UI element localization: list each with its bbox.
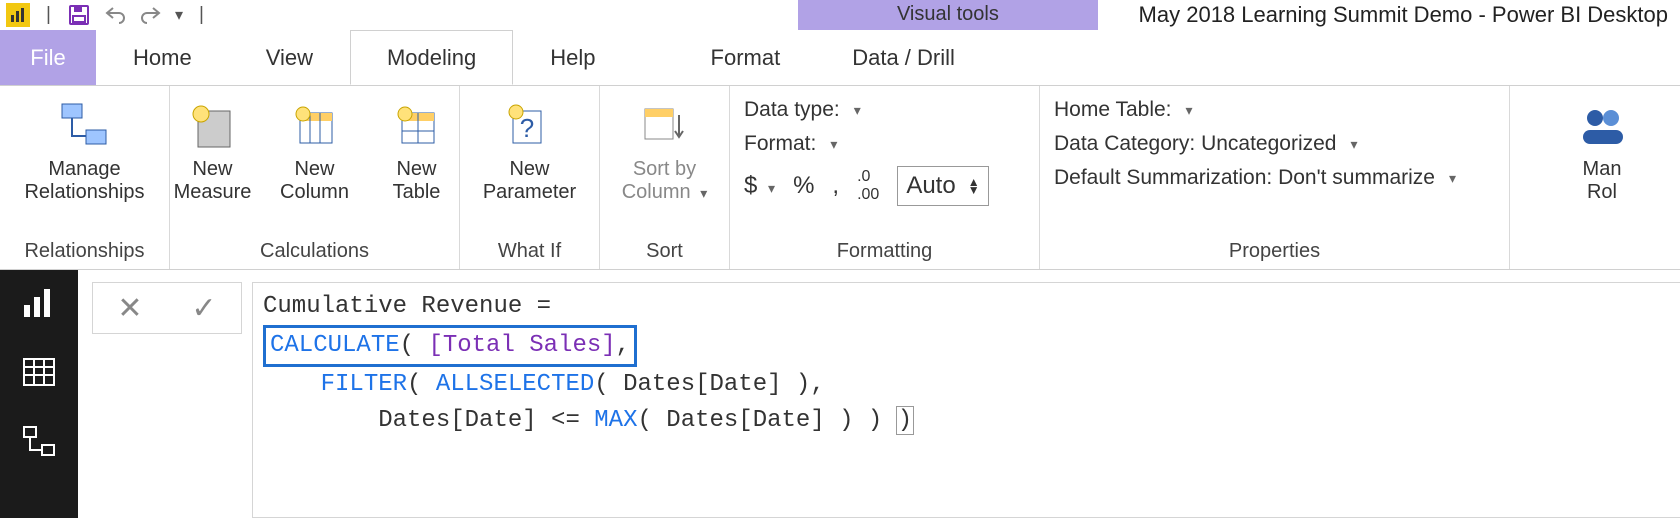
measure-icon <box>185 98 241 154</box>
tab-help[interactable]: Help <box>513 30 632 85</box>
qat-separator-2: | <box>199 4 204 26</box>
chevron-down-icon: ▾ <box>768 180 775 196</box>
model-view-button[interactable] <box>19 422 59 462</box>
new-table-button[interactable]: New Table <box>377 98 457 204</box>
cancel-formula-button[interactable]: ✕ <box>117 291 142 326</box>
chevron-down-icon: ▾ <box>1351 136 1358 153</box>
manage-relationships-button[interactable]: Manage Relationships <box>24 98 144 204</box>
group-whatif-label: What If <box>474 236 585 269</box>
format-label: Format: <box>744 132 816 156</box>
group-sort-label: Sort <box>614 236 715 269</box>
manage-roles-label: ManRol <box>1583 158 1622 204</box>
tab-modeling[interactable]: Modeling <box>350 30 513 85</box>
group-security: ManRol <box>1510 86 1680 269</box>
group-whatif: ? New Parameter What If <box>460 86 600 269</box>
decimal-places-spinner[interactable]: Auto ▲▼ <box>897 166 988 206</box>
group-calculations: New Measure New Column New Table Calcula… <box>170 86 460 269</box>
home-table-label: Home Table: <box>1054 98 1172 122</box>
group-calculations-label: Calculations <box>184 236 445 269</box>
group-security-label <box>1530 236 1674 269</box>
default-summarization-label: Default Summarization: Don't summarize <box>1054 166 1435 190</box>
work-area: ✕ ✓ Cumulative Revenue = CALCULATE( [Tot… <box>0 270 1680 518</box>
title-bar: | ▾ | Visual tools May 2018 Learning Sum… <box>0 0 1680 30</box>
commit-formula-button[interactable]: ✓ <box>191 291 216 326</box>
parameter-icon: ? <box>502 98 558 154</box>
data-type-dropdown[interactable]: Data type: ▾ <box>744 98 861 122</box>
contextual-tab-header: Visual tools <box>798 0 1098 30</box>
tab-home[interactable]: Home <box>96 30 229 85</box>
decimal-places-value: Auto <box>906 172 955 200</box>
undo-button[interactable] <box>103 3 127 27</box>
data-view-button[interactable] <box>19 352 59 392</box>
qat-separator: | <box>46 4 51 26</box>
manage-roles-button[interactable]: ManRol <box>1562 98 1642 204</box>
sort-by-column-label: Sort by Column <box>622 158 696 203</box>
tab-data-drill[interactable]: Data / Drill <box>816 30 991 85</box>
relationships-icon <box>56 98 112 154</box>
chevron-down-icon: ▾ <box>854 102 861 119</box>
default-summarization-dropdown[interactable]: Default Summarization: Don't summarize ▾ <box>1054 166 1456 190</box>
group-relationships-label: Relationships <box>14 236 155 269</box>
chevron-down-icon: ▾ <box>700 185 707 201</box>
formula-bar-area: ✕ ✓ Cumulative Revenue = CALCULATE( [Tot… <box>78 270 1680 518</box>
manage-relationships-label: Manage Relationships <box>24 158 144 204</box>
view-switcher <box>0 270 78 518</box>
sort-icon <box>636 98 692 154</box>
group-formatting: Data type: ▾ Format: ▾ $ ▾ % , .0.00 Auto … <box>730 86 1040 269</box>
matching-paren-highlight: ) <box>897 407 913 434</box>
ribbon-tabs: File Home View Modeling Help Format Data… <box>0 30 1680 86</box>
formula-highlight-box: CALCULATE( [Total Sales], <box>263 325 637 367</box>
report-view-button[interactable] <box>19 282 59 322</box>
tab-view[interactable]: View <box>229 30 350 85</box>
thousands-separator-button[interactable]: , <box>832 172 839 200</box>
tab-format[interactable]: Format <box>675 30 817 85</box>
file-tab[interactable]: File <box>0 30 96 85</box>
svg-text:?: ? <box>519 113 533 143</box>
formula-bar-buttons: ✕ ✓ <box>92 282 242 334</box>
spinner-arrows-icon: ▲▼ <box>968 178 980 194</box>
save-button[interactable] <box>67 3 91 27</box>
new-parameter-button[interactable]: ? New Parameter <box>483 98 576 204</box>
formula-line-1: Cumulative Revenue = <box>263 293 551 320</box>
chevron-down-icon: ▾ <box>830 136 837 153</box>
chevron-down-icon: ▾ <box>1449 170 1456 187</box>
new-measure-button[interactable]: New Measure <box>173 98 253 204</box>
qat-customize-dropdown[interactable]: ▾ <box>175 5 183 25</box>
data-category-dropdown[interactable]: Data Category: Uncategorized ▾ <box>1054 132 1358 156</box>
format-dropdown[interactable]: Format: ▾ <box>744 132 837 156</box>
decimal-places-icon: .0.00 <box>857 168 879 204</box>
group-formatting-label: Formatting <box>744 236 1025 269</box>
data-category-label: Data Category: Uncategorized <box>1054 132 1337 156</box>
new-table-label: New Table <box>393 158 441 204</box>
group-relationships: Manage Relationships Relationships <box>0 86 170 269</box>
new-measure-label: New Measure <box>174 158 252 204</box>
roles-icon <box>1574 98 1630 154</box>
quick-access-toolbar: | ▾ | <box>0 3 208 27</box>
group-properties-label: Properties <box>1054 236 1495 269</box>
currency-button[interactable]: $ ▾ <box>744 172 775 200</box>
chevron-down-icon: ▾ <box>1186 102 1193 119</box>
group-properties: Home Table: ▾ Data Category: Uncategorize… <box>1040 86 1510 269</box>
group-sort: Sort by Column ▾ Sort <box>600 86 730 269</box>
column-icon <box>287 98 343 154</box>
new-column-button[interactable]: New Column <box>275 98 355 204</box>
redo-button[interactable] <box>139 3 163 27</box>
new-column-label: New Column <box>280 158 349 204</box>
home-table-dropdown[interactable]: Home Table: ▾ <box>1054 98 1193 122</box>
new-parameter-label: New Parameter <box>483 158 576 204</box>
sort-by-column-button[interactable]: Sort by Column ▾ <box>622 98 708 204</box>
percent-button[interactable]: % <box>793 172 814 200</box>
table-icon <box>389 98 445 154</box>
formula-editor[interactable]: Cumulative Revenue = CALCULATE( [Total S… <box>252 282 1680 518</box>
data-type-label: Data type: <box>744 98 840 122</box>
window-title: May 2018 Learning Summit Demo - Power BI… <box>1139 2 1680 28</box>
ribbon: Manage Relationships Relationships New M… <box>0 86 1680 270</box>
powerbi-logo-icon <box>6 3 30 27</box>
